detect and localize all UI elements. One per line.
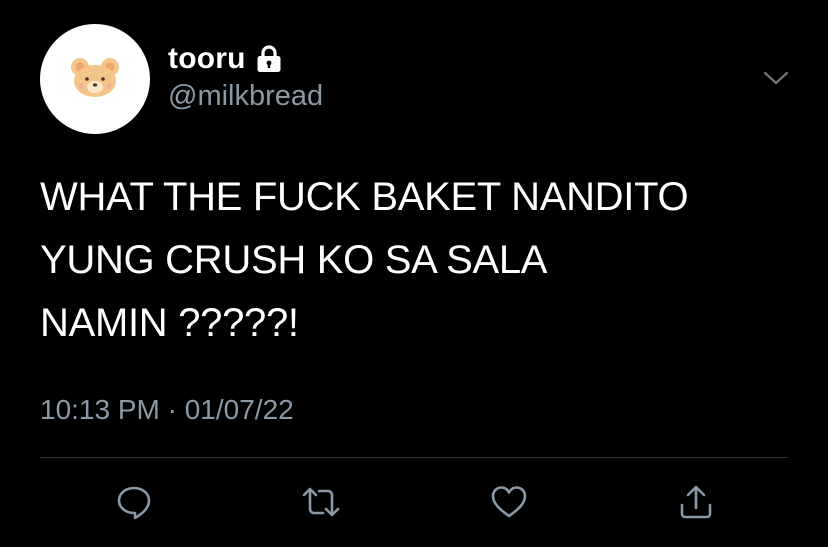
- like-button[interactable]: [489, 482, 529, 522]
- comment-icon: [117, 486, 151, 520]
- divider: [40, 457, 788, 458]
- display-name[interactable]: tooru: [168, 42, 246, 76]
- tweet-text-line: YUNG CRUSH KO SA SALA: [40, 238, 548, 282]
- share-button[interactable]: [676, 482, 716, 522]
- tweet-text-line: NAMIN ?????!: [40, 301, 299, 345]
- heart-icon: [491, 486, 527, 518]
- retweet-button[interactable]: [301, 482, 341, 522]
- chevron-down-icon[interactable]: [762, 66, 790, 90]
- avatar[interactable]: [40, 24, 150, 134]
- name-row: tooru: [168, 40, 282, 78]
- reply-button[interactable]: [114, 482, 154, 522]
- tweet-text-line: WHAT THE FUCK BAKET NANDITO: [40, 175, 689, 219]
- lock-icon: [256, 44, 282, 74]
- share-icon: [680, 485, 712, 519]
- retweet-icon: [302, 487, 340, 517]
- bear-face-icon: [71, 58, 119, 97]
- tweet-card: tooru @milkbread WHAT THE FUCK BAKET NAN…: [0, 0, 828, 547]
- timestamp[interactable]: 10:13 PM · 01/07/22: [40, 394, 294, 426]
- user-handle[interactable]: @milkbread: [168, 80, 323, 113]
- tweet-text: WHAT THE FUCK BAKET NANDITO YUNG CRUSH K…: [40, 166, 800, 355]
